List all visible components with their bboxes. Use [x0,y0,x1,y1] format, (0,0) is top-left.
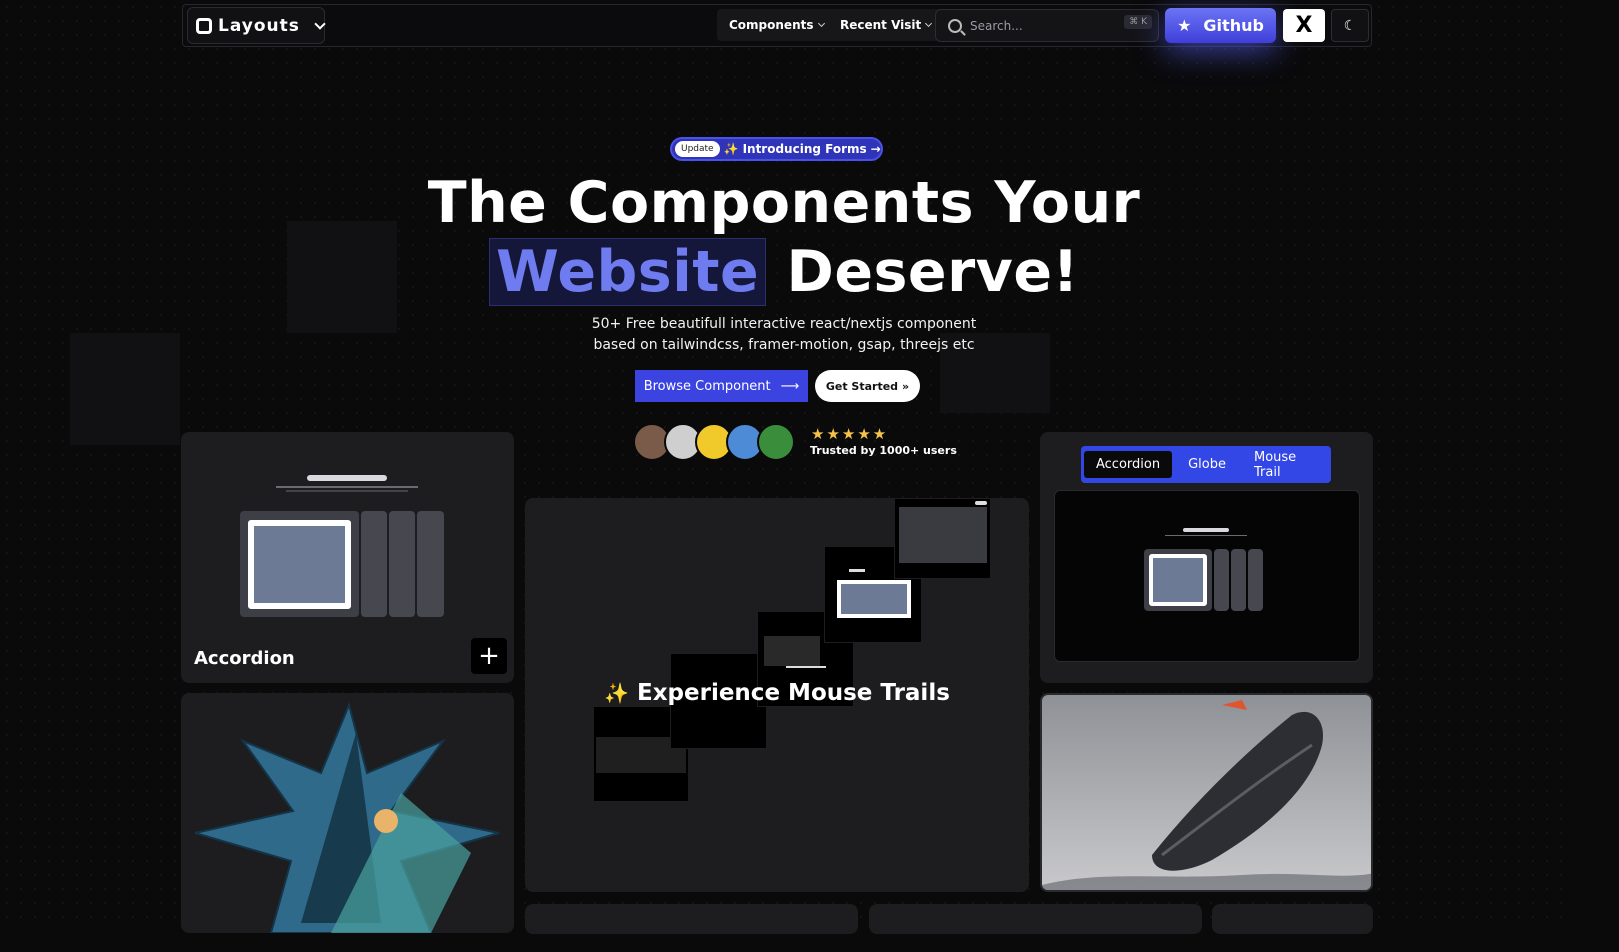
menu-recent-visit[interactable]: Recent Visit [828,9,944,41]
mouse-trail-card[interactable]: ✨ Experience Mouse Trails [525,498,1029,892]
get-started-label: Get Started [825,379,899,393]
trusted-text: Trusted by 1000+ users [810,444,957,457]
preview-line [286,490,408,492]
partial-card[interactable] [869,904,1202,934]
avatar [757,423,795,461]
shoe-image-card[interactable] [1040,693,1373,892]
chevron-down-icon [314,17,326,30]
x-logo-icon: X [1295,13,1313,38]
trail-frame [894,498,991,579]
tab-accordion[interactable]: Accordion [1084,451,1173,478]
preview-panel [417,511,444,617]
search-shortcut: ⌘ K [1124,15,1152,29]
menu-recent-label: Recent Visit [840,18,922,32]
github-label: Github [1203,16,1264,35]
sparkle-icon: ✨ [723,142,739,156]
hero-subtitle-line1: 50+ Free beautifull interactive react/ne… [591,316,977,332]
logo-dropdown[interactable]: Layouts [187,7,326,44]
hero-title-line2: Website Deserve! [0,238,1568,306]
preview-screen [248,520,351,609]
shoe-image [1042,700,1371,890]
hero-subtitle-line2: based on tailwindcss, framer-motion, gsa… [593,337,975,353]
update-badge[interactable]: Update ✨ Introducing Forms → [670,137,883,161]
search-placeholder: Search... [970,18,1023,33]
preview-line [276,486,418,488]
star-art-card[interactable] [181,693,514,933]
logo-text: Layouts [218,15,300,36]
menu-components-label: Components [729,18,814,32]
rating-stars: ★★★★★ [811,425,889,443]
theme-toggle[interactable]: ☾ [1331,9,1369,42]
top-navbar: Layouts Components Recent Visit Search..… [182,4,1372,47]
title-rest: Deserve! [766,239,1079,305]
get-started-button[interactable]: Get Started » [815,370,920,402]
partial-card[interactable] [525,904,858,934]
search-input[interactable]: Search... ⌘ K [935,9,1159,42]
tabs-demo-card: Accordion Globe Mouse Trail [1040,432,1373,683]
search-icon [948,18,962,33]
sparkle-icon: ✨ [604,681,629,705]
preview-panel [389,511,415,617]
menu-components[interactable]: Components [717,9,836,41]
badge-text: Introducing Forms [742,142,867,156]
chevron-down-icon [925,19,933,28]
github-button[interactable]: ★ Github [1165,8,1276,43]
chevron-down-icon [817,19,825,28]
tab-preview [1054,490,1360,662]
demo-tabs: Accordion Globe Mouse Trail [1081,446,1331,483]
logo-icon [196,17,212,34]
browse-label: Browse Component [643,378,771,394]
hero-title-line1: The Components Your [427,170,1141,236]
tab-mouse-trail[interactable]: Mouse Trail [1242,444,1328,486]
arrow-right-icon: → [870,142,881,156]
partial-card[interactable] [1212,904,1373,934]
update-tag: Update [675,141,720,157]
accordion-title: Accordion [194,648,295,669]
plus-icon[interactable]: + [471,638,507,674]
accordion-card[interactable]: Accordion + [181,432,514,683]
star-art-image [194,701,500,933]
preview-panel [361,511,387,617]
trail-title: ✨ Experience Mouse Trails [525,680,1029,706]
user-avatars [633,423,795,461]
arrow-right-icon: ⟶ [780,378,800,394]
x-button[interactable]: X [1283,9,1325,42]
trail-title-text: Experience Mouse Trails [637,680,950,706]
title-highlight: Website [488,238,767,306]
preview-bar [307,475,387,481]
browse-component-button[interactable]: Browse Component ⟶ [635,370,808,402]
star-icon: ★ [1177,16,1192,35]
double-chevron-icon: » [902,379,910,393]
moon-icon: ☾ [1343,17,1357,34]
tab-globe[interactable]: Globe [1176,451,1238,478]
